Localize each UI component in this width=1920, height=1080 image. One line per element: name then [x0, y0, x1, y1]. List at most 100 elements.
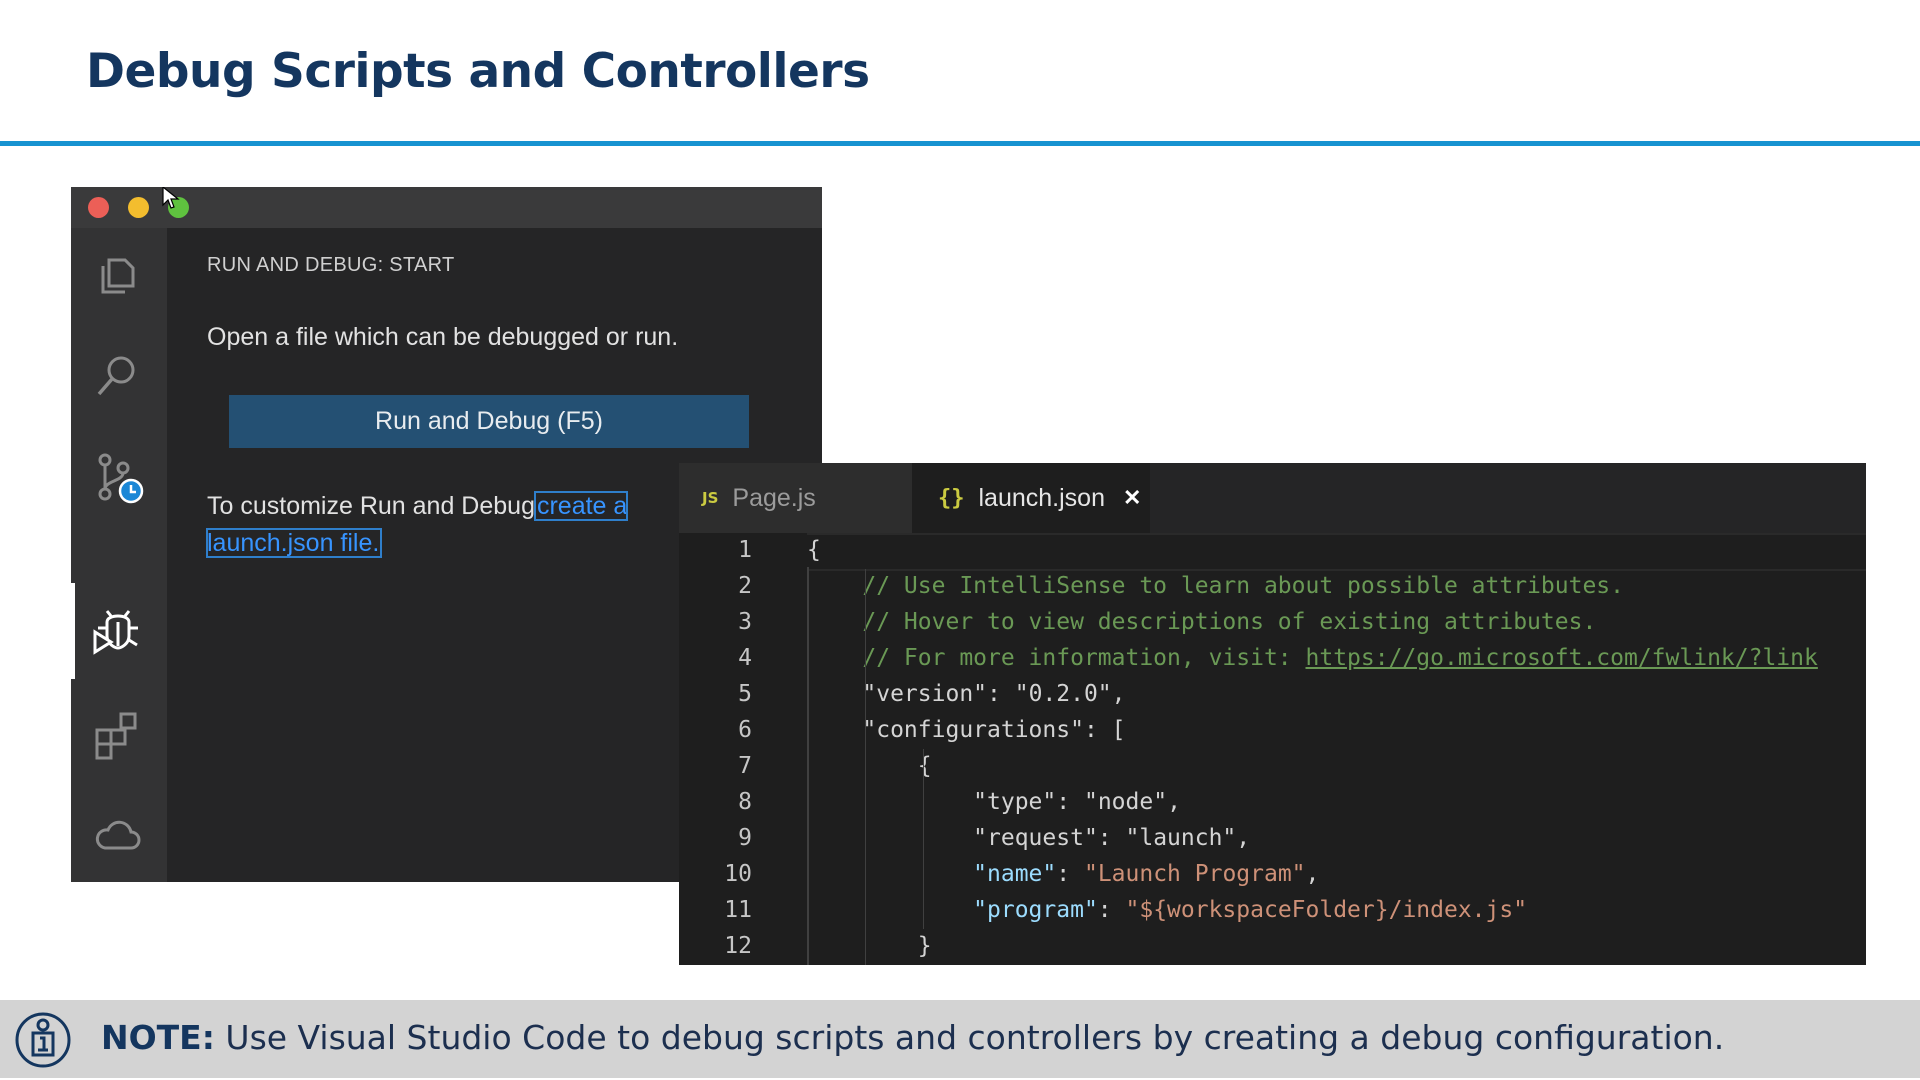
- search-icon[interactable]: [91, 348, 145, 402]
- code-text: {: [807, 532, 821, 568]
- code-text: // For more information, visit: https://…: [807, 640, 1818, 676]
- run-and-debug-button[interactable]: Run and Debug (F5): [229, 395, 749, 448]
- json-punctuation: ,: [1305, 861, 1320, 887]
- explorer-icon[interactable]: [91, 246, 145, 300]
- code-text: {: [807, 748, 932, 784]
- line-number: 5: [738, 681, 752, 707]
- code-comment: // For more information, visit:: [807, 645, 1306, 671]
- code-text: "request": "launch",: [807, 820, 1250, 856]
- panel-message: Open a file which can be debugged or run…: [207, 323, 679, 351]
- minimize-window-button[interactable]: [128, 197, 149, 218]
- line-number: 9: [738, 825, 752, 851]
- editor-tab-bar: JS Page.js {} launch.json ✕: [679, 463, 1866, 533]
- json-value: [: [1111, 717, 1126, 743]
- info-person-icon: [15, 1012, 71, 1068]
- note-label: NOTE:: [101, 1018, 215, 1057]
- title-divider: [0, 141, 1920, 146]
- cloud-icon[interactable]: [91, 808, 145, 862]
- json-key: "name": [973, 861, 1057, 887]
- line-number: 2: [738, 573, 752, 599]
- json-key: "request": [973, 825, 1098, 851]
- code-text: }: [807, 928, 932, 964]
- run-debug-icon[interactable]: [91, 604, 145, 658]
- code-text: "configurations": [: [807, 712, 1126, 748]
- json-punctuation: ,: [1236, 825, 1251, 851]
- code-area[interactable]: 1{2 // Use IntelliSense to learn about p…: [679, 533, 1866, 965]
- line-number: 4: [738, 645, 752, 671]
- code-line: 12 }: [679, 928, 1866, 964]
- indent-guide: [865, 569, 866, 965]
- json-value: "launch": [1125, 825, 1237, 851]
- customize-text: To customize Run and Debugcreate a launc…: [205, 488, 677, 562]
- code-text: // Hover to view descriptions of existin…: [807, 604, 1596, 640]
- code-line: 10 "name": "Launch Program",: [679, 856, 1866, 892]
- tab-page-js[interactable]: JS Page.js: [679, 463, 912, 533]
- json-value: "Launch Program": [1083, 861, 1306, 887]
- json-separator: :: [1083, 717, 1112, 743]
- tab-launch-json[interactable]: {} launch.json ✕: [912, 463, 1150, 533]
- line-number: 7: [738, 753, 752, 779]
- window-titlebar: [71, 187, 822, 228]
- code-line: 2 // Use IntelliSense to learn about pos…: [679, 568, 1866, 604]
- line-number: 1: [738, 537, 752, 563]
- code-line: 4 // For more information, visit: https:…: [679, 640, 1866, 676]
- json-file-icon: {}: [938, 485, 965, 511]
- active-view-indicator: [71, 583, 75, 679]
- line-number: 12: [724, 933, 752, 959]
- code-line: 7 {: [679, 748, 1866, 784]
- code-text: // Use IntelliSense to learn about possi…: [807, 568, 1624, 604]
- note-bar: NOTE: Use Visual Studio Code to debug sc…: [0, 1000, 1920, 1078]
- close-tab-icon[interactable]: ✕: [1123, 485, 1141, 511]
- code-punctuation: {: [807, 537, 821, 563]
- json-key: "type": [973, 789, 1057, 815]
- json-separator: :: [1056, 861, 1084, 887]
- panel-heading: RUN AND DEBUG: START: [207, 254, 455, 276]
- code-line: 11 "program": "${workspaceFolder}/index.…: [679, 892, 1866, 928]
- json-value: "${workspaceFolder}/index.js": [1125, 897, 1528, 923]
- code-text: "name": "Launch Program",: [807, 856, 1319, 892]
- json-key: "configurations": [862, 717, 1084, 743]
- json-separator: :: [1056, 789, 1084, 815]
- code-punctuation: {: [807, 753, 932, 779]
- line-number: 6: [738, 717, 752, 743]
- code-line: 1{: [679, 532, 1866, 568]
- json-separator: :: [987, 681, 1015, 707]
- code-line: 6 "configurations": [: [679, 712, 1866, 748]
- code-editor-window: JS Page.js {} launch.json ✕ 1{2 // Use I…: [679, 463, 1866, 965]
- line-number: 3: [738, 609, 752, 635]
- extensions-icon[interactable]: [91, 708, 145, 762]
- line-number: 8: [738, 789, 752, 815]
- json-value: "node": [1083, 789, 1168, 815]
- json-punctuation: ,: [1111, 681, 1126, 707]
- json-key: "version": [862, 681, 988, 707]
- indent-guide: [923, 749, 924, 929]
- json-value: "0.2.0": [1014, 681, 1112, 707]
- mouse-cursor-icon: [162, 187, 180, 209]
- tab-label: launch.json: [978, 483, 1105, 512]
- source-control-icon[interactable]: [91, 450, 145, 504]
- tab-label: Page.js: [732, 483, 816, 512]
- code-line: 8 "type": "node",: [679, 784, 1866, 820]
- note-body: Use Visual Studio Code to debug scripts …: [214, 1018, 1725, 1057]
- customize-prefix: To customize Run and Debug: [207, 492, 535, 520]
- note-text: NOTE: Use Visual Studio Code to debug sc…: [101, 1018, 1724, 1057]
- line-number: 10: [724, 861, 752, 887]
- code-line: 3 // Hover to view descriptions of exist…: [679, 604, 1866, 640]
- activity-bar: [71, 228, 167, 882]
- close-window-button[interactable]: [88, 197, 109, 218]
- code-text: "type": "node",: [807, 784, 1181, 820]
- code-link[interactable]: https://go.microsoft.com/fwlink/?link: [1306, 645, 1818, 671]
- javascript-file-icon: JS: [702, 489, 719, 507]
- json-punctuation: ,: [1167, 789, 1181, 815]
- code-comment: // Use IntelliSense to learn about possi…: [807, 573, 1624, 599]
- json-separator: :: [1097, 825, 1126, 851]
- json-key: "program": [973, 897, 1098, 923]
- code-line: 9 "request": "launch",: [679, 820, 1866, 856]
- line-number: 11: [724, 897, 752, 923]
- code-punctuation: }: [807, 933, 932, 959]
